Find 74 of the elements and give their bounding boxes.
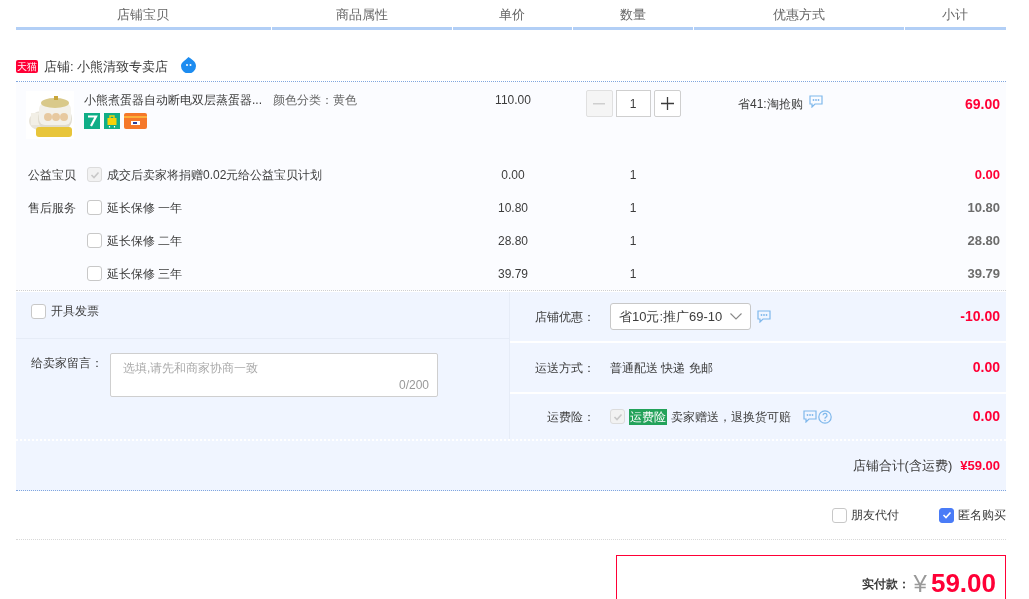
increase-button[interactable] xyxy=(653,90,681,117)
chat-icon[interactable] xyxy=(808,95,823,108)
unit-price: 10.80 xyxy=(498,200,528,215)
column-header: 商品属性 xyxy=(271,0,452,30)
unit-price: 28.80 xyxy=(498,233,528,248)
chat-icon[interactable] xyxy=(803,410,817,423)
service-label: 售后服务 xyxy=(28,200,76,215)
column-header: 小计 xyxy=(904,0,1006,30)
option-label: 匿名购买 xyxy=(958,507,1006,524)
discount-dropdown[interactable]: 省10元:推广69-10 xyxy=(610,303,751,330)
payment-label: 实付款： xyxy=(861,576,910,593)
amount: 0.00 xyxy=(972,408,1000,424)
decrease-button[interactable] xyxy=(585,90,613,117)
currency-symbol: ¥ xyxy=(913,571,927,597)
subtotal: 28.80 xyxy=(967,232,1000,248)
quantity: 1 xyxy=(629,200,637,215)
insurance-label: 运费险： xyxy=(547,409,595,424)
quantity: 1 xyxy=(629,167,637,182)
discount-label: 店铺优惠： xyxy=(535,309,595,324)
service-checkbox[interactable] xyxy=(87,233,102,248)
chat-bubble-icon[interactable] xyxy=(180,56,198,73)
unit-price: 39.79 xyxy=(498,266,528,281)
invoice-label: 开具发票 xyxy=(51,303,99,320)
service-text: 成交后卖家将捐赠0.02元给公益宝贝计划 xyxy=(107,166,323,184)
check-icon xyxy=(941,510,952,520)
subtotal: 69.00 xyxy=(964,96,1000,112)
store-total: ¥59.00 xyxy=(960,456,1000,475)
store-total-label: 店铺合计(含运费) xyxy=(852,456,953,475)
quantity: 1 xyxy=(629,266,637,281)
store-name: 店铺: 小熊清致专卖店 xyxy=(44,57,169,76)
bag-icon xyxy=(104,113,120,129)
invoice-checkbox[interactable] xyxy=(31,303,46,319)
insurance-text: 卖家赠送，退换货可赔 xyxy=(671,408,791,426)
unit-price: 110.00 xyxy=(495,93,531,107)
subtotal: 39.79 xyxy=(967,265,1000,281)
product-attribute: 颜色分类：黄色 xyxy=(273,93,357,107)
help-icon[interactable] xyxy=(818,409,832,424)
column-header: 数量 xyxy=(573,0,693,30)
option-checkbox[interactable] xyxy=(939,507,954,523)
unit-price: 0.00 xyxy=(501,167,525,182)
column-header: 优惠方式 xyxy=(693,0,904,30)
check-icon xyxy=(612,411,623,422)
service-checkbox[interactable] xyxy=(87,200,102,215)
subtotal: 0.00 xyxy=(974,166,1000,182)
quantity-field[interactable]: 1 xyxy=(615,90,651,117)
plus-icon xyxy=(660,97,674,110)
product-title: 小熊煮蛋器自动断电双层蒸蛋器... xyxy=(84,92,262,109)
service-text: 延长保修 一年 xyxy=(107,199,183,217)
amount: -10.00 xyxy=(960,308,1000,324)
caret-icon xyxy=(730,313,742,320)
shipping-method: 普通配送 快递 免邮 xyxy=(610,359,713,377)
service-label: 公益宝贝 xyxy=(28,167,76,182)
option-label: 朋友代付 xyxy=(851,507,899,524)
promotion-text: 省41:淘抢购 xyxy=(738,96,803,113)
shipping-label: 运送方式： xyxy=(535,360,595,375)
service-text: 延长保修 二年 xyxy=(107,232,183,250)
store-badge: 天猫 xyxy=(16,60,38,73)
payment-amount: 59.00 xyxy=(930,569,996,597)
column-header: 店铺宝贝 xyxy=(16,0,271,30)
subtotal: 10.80 xyxy=(967,199,1000,215)
column-header: 单价 xyxy=(452,0,573,30)
option-checkbox[interactable] xyxy=(832,507,847,523)
check-icon xyxy=(89,169,100,180)
amount: 0.00 xyxy=(972,359,1000,375)
service-checkbox[interactable] xyxy=(87,266,102,281)
quantity: 1 xyxy=(629,233,637,248)
message-label: 给卖家留言： xyxy=(31,355,103,372)
character-counter: 0/200 xyxy=(398,377,429,394)
seven-days-icon xyxy=(84,113,100,129)
chat-icon[interactable] xyxy=(757,310,771,323)
card-icon xyxy=(124,113,147,129)
service-text: 延长保修 三年 xyxy=(107,265,183,283)
insurance-tag: 运费险 xyxy=(629,408,667,425)
minus-icon xyxy=(593,102,605,105)
